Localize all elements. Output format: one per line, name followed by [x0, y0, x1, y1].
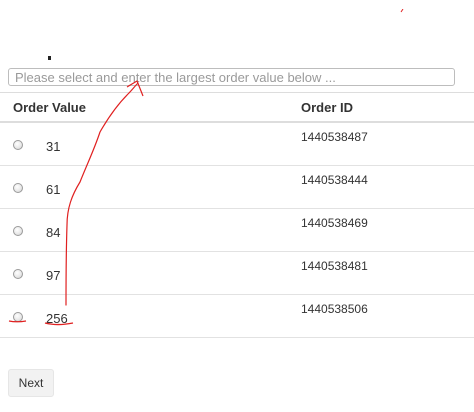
order-id-cell: 1440538506 [301, 302, 368, 316]
order-value-cell: 31 [46, 139, 61, 154]
order-id-cell: 1440538469 [301, 216, 368, 230]
order-value-cell: 97 [46, 268, 61, 283]
order-id-cell: 1440538481 [301, 259, 368, 273]
row-radio-button[interactable] [13, 312, 23, 322]
table-row: 84 1440538469 [0, 209, 474, 252]
table-row: 256 1440538506 [0, 295, 474, 338]
orders-table: Order Value Order ID 31 1440538487 61 14… [0, 92, 474, 338]
row-radio-button[interactable] [13, 140, 23, 150]
next-button[interactable]: Next [8, 369, 54, 397]
order-value-cell: 84 [46, 225, 61, 240]
table-row: 31 1440538487 [0, 123, 474, 166]
order-id-cell: 1440538487 [301, 130, 368, 144]
stray-dot [48, 56, 51, 60]
order-id-cell: 1440538444 [301, 173, 368, 187]
header-order-value: Order Value [13, 100, 86, 115]
table-row: 61 1440538444 [0, 166, 474, 209]
order-value-cell: 61 [46, 182, 61, 197]
row-radio-button[interactable] [13, 226, 23, 236]
order-value-cell: 256 [46, 311, 68, 326]
table-row: 97 1440538481 [0, 252, 474, 295]
annotation-tick-mark [400, 0, 404, 13]
header-order-id: Order ID [301, 100, 354, 115]
row-radio-button[interactable] [13, 269, 23, 279]
row-radio-button[interactable] [13, 183, 23, 193]
order-value-input[interactable] [8, 68, 455, 86]
table-header-row: Order Value Order ID [0, 92, 474, 123]
